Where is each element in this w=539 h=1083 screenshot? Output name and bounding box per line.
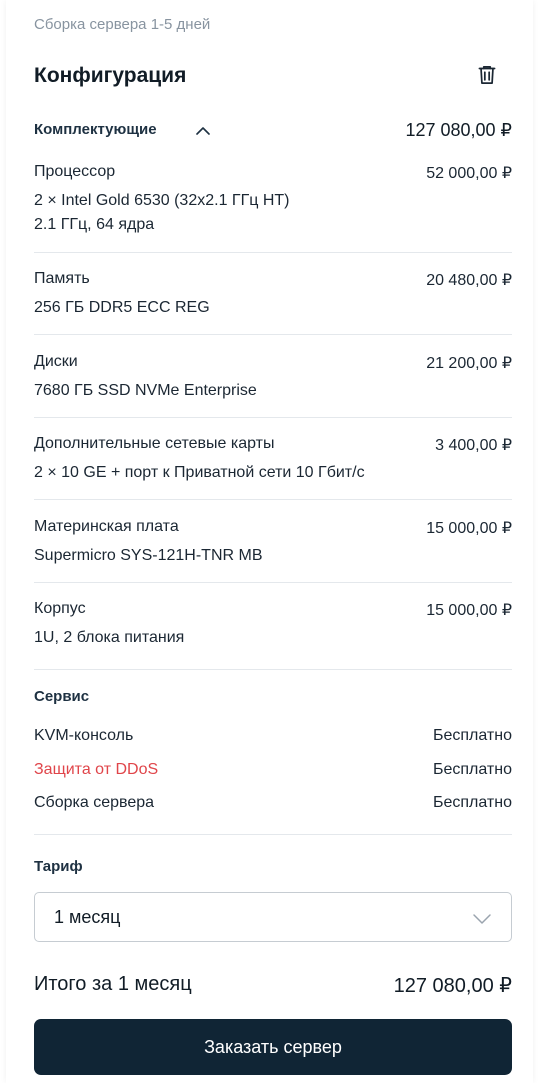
- component-detail: 1U, 2 блока питания: [34, 629, 185, 646]
- component-name: Процессор: [34, 163, 116, 180]
- configuration-title: Конфигурация: [34, 64, 187, 87]
- service-price: Бесплатно: [432, 761, 512, 778]
- divider: [34, 669, 512, 670]
- component-price: 21 200,00 ₽: [426, 355, 512, 372]
- component-detail: 2.1 ГГц, 64 ядра: [34, 216, 155, 233]
- total-value: 127 080,00 ₽: [393, 975, 512, 997]
- trash-icon[interactable]: [474, 62, 500, 88]
- divider: [34, 582, 512, 583]
- component-name: Дополнительные сетевые карты: [34, 435, 275, 452]
- components-section-toggle[interactable]: Комплектующие: [34, 121, 157, 138]
- service-name: KVM-консоль: [34, 727, 134, 744]
- service-name: Сборка сервера: [34, 794, 155, 811]
- component-price: 20 480,00 ₽: [426, 272, 512, 289]
- ddos-protection-link[interactable]: Защита от DDoS: [34, 761, 158, 779]
- component-detail: 2 × 10 GE + порт к Приватной сети 10 Гби…: [34, 464, 365, 481]
- component-price: 15 000,00 ₽: [426, 520, 512, 537]
- chevron-down-icon: [471, 908, 493, 930]
- component-name: Диски: [34, 353, 78, 370]
- tariff-section-title: Тариф: [34, 858, 83, 875]
- service-section-title: Сервис: [34, 688, 90, 705]
- service-price: Бесплатно: [432, 727, 512, 744]
- component-detail: Supermicro SYS-121H-TNR MB: [34, 547, 263, 564]
- total-label: Итого за 1 месяц: [34, 973, 192, 995]
- component-detail: 7680 ГБ SSD NVMe Enterprise: [34, 382, 257, 399]
- assembly-time-note: Сборка сервера 1-5 дней: [34, 16, 211, 33]
- component-price: 15 000,00 ₽: [426, 602, 512, 619]
- divider: [34, 334, 512, 335]
- divider: [34, 499, 512, 500]
- divider: [34, 417, 512, 418]
- component-detail: 2 × Intel Gold 6530 (32x2.1 ГГц HT): [34, 192, 290, 209]
- tariff-select[interactable]: 1 месяц: [34, 892, 512, 942]
- component-price: 52 000,00 ₽: [426, 165, 512, 182]
- components-total: 127 080,00 ₽: [405, 120, 512, 140]
- chevron-up-icon[interactable]: [194, 122, 212, 140]
- component-detail: 256 ГБ DDR5 ECC REG: [34, 299, 210, 316]
- component-name: Корпус: [34, 600, 86, 617]
- component-name: Материнская плата: [34, 518, 179, 535]
- component-name: Память: [34, 270, 90, 287]
- divider: [34, 834, 512, 835]
- tariff-selected-value: 1 месяц: [54, 907, 121, 927]
- service-price: Бесплатно: [432, 794, 512, 811]
- divider: [34, 252, 512, 253]
- component-price: 3 400,00 ₽: [435, 437, 512, 454]
- order-server-button[interactable]: Заказать сервер: [34, 1019, 512, 1075]
- configuration-panel: Сборка сервера 1-5 дней Конфигурация Ком…: [6, 0, 533, 1083]
